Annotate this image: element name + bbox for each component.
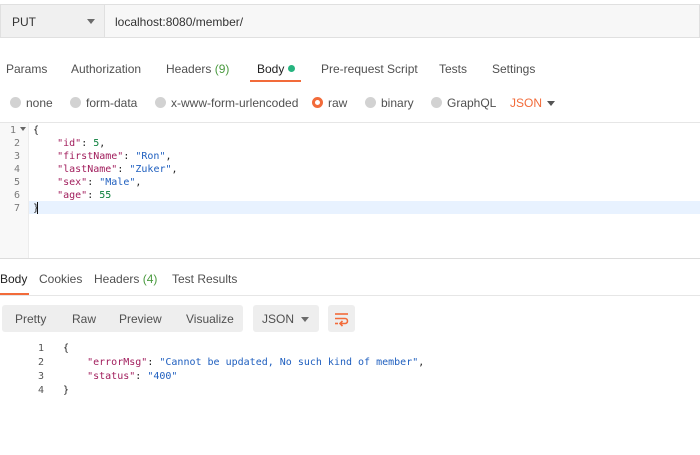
code-line: "age": 55: [57, 190, 112, 201]
chevron-down-icon: [87, 19, 95, 24]
line-number: 1: [37, 343, 44, 354]
code-line: "status": "400": [87, 371, 178, 382]
wrap-lines-icon: [335, 313, 349, 327]
tab-label: Test Results: [172, 272, 238, 286]
tab-tests[interactable]: Tests: [439, 62, 467, 76]
pane-divider[interactable]: [0, 258, 700, 259]
request-code: { "id": 5, "firstName": "Ron", "lastName…: [31, 123, 700, 259]
line-number: 4: [13, 164, 20, 175]
code-line: {: [33, 125, 40, 136]
code-line: "sex": "Male",: [57, 177, 142, 188]
response-toolbar: Pretty Raw Preview Visualize JSON: [0, 304, 700, 334]
code-line: }: [63, 385, 70, 396]
fold-arrow-icon[interactable]: [20, 127, 26, 131]
headers-count: (4): [142, 272, 158, 286]
tab-headers[interactable]: Headers (9): [166, 62, 229, 76]
request-url-bar: PUT localhost:8080/member/: [0, 4, 700, 38]
line-number: 3: [13, 151, 20, 162]
radio-graphql[interactable]: [431, 97, 442, 108]
option-form-data-label: form-data: [86, 96, 138, 110]
method-select[interactable]: PUT: [0, 4, 104, 38]
code-line: {: [63, 343, 70, 354]
line-number: 7: [13, 203, 20, 214]
tab-params[interactable]: Params: [6, 62, 47, 76]
line-number: 4: [37, 385, 44, 396]
response-body-viewer[interactable]: 1 2 3 4 { "errorMsg": "Cannot be updated…: [0, 341, 700, 401]
code-line: "id": 5,: [57, 138, 106, 149]
tab-authorization[interactable]: Authorization: [71, 62, 141, 76]
body-format-select[interactable]: JSON: [510, 96, 542, 110]
option-raw-label: raw: [328, 96, 348, 110]
code-line: "firstName": "Ron",: [57, 151, 172, 162]
view-raw-button[interactable]: Raw: [72, 312, 96, 326]
url-value: localhost:8080/member/: [115, 15, 244, 29]
line-number: 5: [13, 177, 20, 188]
line-number: 2: [37, 357, 44, 368]
view-visualize-button[interactable]: Visualize: [186, 312, 234, 326]
tab-label: Headers: [166, 62, 212, 76]
code-line: "errorMsg": "Cannot be updated, No such …: [87, 357, 425, 368]
active-tab-indicator: [0, 293, 29, 295]
tab-response-body[interactable]: Body: [0, 272, 27, 286]
tab-test-results[interactable]: Test Results: [172, 272, 237, 286]
tab-label: Tests: [439, 62, 468, 76]
tab-response-headers[interactable]: Headers (4): [94, 272, 157, 286]
tab-label: Settings: [492, 62, 536, 76]
tab-label: Headers: [94, 272, 140, 286]
tab-label: Params: [6, 62, 48, 76]
option-binary-label: binary: [381, 96, 414, 110]
headers-count: (9): [214, 62, 230, 76]
chevron-down-icon: [547, 101, 555, 106]
tab-label: Authorization: [71, 62, 142, 76]
wrap-lines-button[interactable]: [328, 305, 355, 332]
tab-settings[interactable]: Settings: [492, 62, 535, 76]
body-modified-dot-icon: [288, 65, 296, 72]
line-number-gutter: 1 2 3 4 5 6 7: [0, 123, 29, 259]
radio-raw[interactable]: [312, 97, 323, 108]
active-tab-indicator: [250, 80, 301, 82]
chevron-down-icon: [301, 317, 309, 322]
line-number: 1: [9, 125, 16, 136]
line-number: 2: [13, 138, 20, 149]
tab-label: Body: [257, 62, 285, 76]
option-urlencoded-label: x-www-form-urlencoded: [171, 96, 299, 110]
response-tabs: Body Cookies Headers (4) Test Results: [0, 266, 700, 296]
tab-body[interactable]: Body: [257, 62, 296, 76]
method-label: PUT: [12, 15, 36, 29]
line-number: 6: [13, 190, 20, 201]
option-none-label: none: [26, 96, 53, 110]
radio-none[interactable]: [10, 97, 21, 108]
tab-pre-request-script[interactable]: Pre-request Script: [321, 62, 418, 76]
format-label: JSON: [262, 312, 295, 326]
tab-label: Cookies: [39, 272, 83, 286]
line-number: 3: [37, 371, 44, 382]
request-tabs: Params Authorization Headers (9) Body Pr…: [0, 56, 700, 83]
radio-urlencoded[interactable]: [155, 97, 166, 108]
tab-cookies[interactable]: Cookies: [39, 272, 82, 286]
view-mode-group: Pretty Raw Preview Visualize: [2, 305, 243, 332]
option-graphql-label: GraphQL: [447, 96, 497, 110]
response-format-select[interactable]: JSON: [253, 305, 319, 332]
tab-label: Body: [0, 272, 28, 286]
radio-binary[interactable]: [365, 97, 376, 108]
text-cursor: [37, 202, 38, 214]
url-input[interactable]: localhost:8080/member/: [104, 4, 700, 38]
view-pretty-button[interactable]: Pretty: [15, 312, 46, 326]
request-body-editor[interactable]: 1 2 3 4 5 6 7 { "id": 5, "firstName": "R…: [0, 122, 700, 259]
radio-form-data[interactable]: [70, 97, 81, 108]
view-preview-button[interactable]: Preview: [119, 312, 162, 326]
tab-label: Pre-request Script: [321, 62, 418, 76]
code-line: "lastName": "Zuker",: [57, 164, 178, 175]
body-type-options: none form-data x-www-form-urlencoded raw…: [0, 92, 700, 116]
